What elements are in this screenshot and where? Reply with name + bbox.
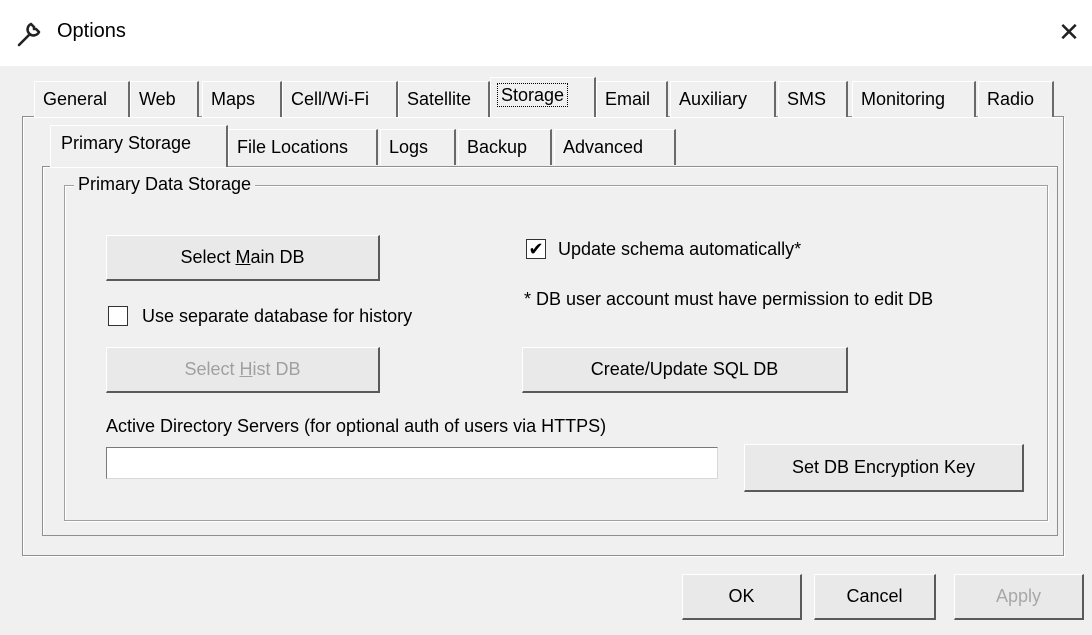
button-label-part: Select — [184, 359, 240, 379]
select-hist-db-button[interactable]: Select Hist DB — [106, 347, 380, 393]
tab-radio[interactable]: Radio — [978, 81, 1054, 117]
mnemonic: H — [239, 359, 253, 379]
subtab-logs[interactable]: Logs — [380, 129, 456, 165]
button-label-part: Select — [180, 247, 236, 267]
button-label-part: ist DB — [252, 359, 301, 379]
ad-servers-label: Active Directory Servers (for optional a… — [106, 416, 607, 436]
tab-general[interactable]: General — [34, 81, 130, 117]
create-update-sql-db-button[interactable]: Create/Update SQL DB — [522, 347, 848, 393]
cancel-button[interactable]: Cancel — [814, 574, 936, 620]
ad-servers-input[interactable] — [106, 447, 718, 479]
select-main-db-button[interactable]: Select Main DB — [106, 235, 380, 281]
tab-auxiliary[interactable]: Auxiliary — [670, 81, 776, 117]
tab-satellite[interactable]: Satellite — [398, 81, 490, 117]
tab-maps[interactable]: Maps — [202, 81, 282, 117]
update-schema-checkbox[interactable]: ✔ — [526, 239, 546, 259]
apply-button[interactable]: Apply — [954, 574, 1084, 620]
title-bar — [0, 0, 1092, 66]
subtab-primary-storage[interactable]: Primary Storage — [50, 125, 228, 167]
tab-storage[interactable]: Storage — [490, 77, 596, 117]
subtab-file-locations[interactable]: File Locations — [228, 129, 378, 165]
tab-cell-wifi[interactable]: Cell/Wi-Fi — [282, 81, 398, 117]
tab-web[interactable]: Web — [130, 81, 199, 117]
window-title: Options — [57, 20, 126, 42]
tab-sms[interactable]: SMS — [778, 81, 848, 117]
tab-email[interactable]: Email — [596, 81, 668, 117]
permission-note: * DB user account must have permission t… — [524, 289, 934, 309]
set-db-encryption-key-button[interactable]: Set DB Encryption Key — [744, 444, 1024, 492]
button-label-part: ain DB — [250, 247, 305, 267]
wrench-icon — [14, 19, 44, 49]
mnemonic: M — [235, 247, 251, 267]
use-separate-history-checkbox[interactable] — [108, 306, 128, 326]
subtab-advanced[interactable]: Advanced — [554, 129, 676, 165]
update-schema-label: Update schema automatically* — [558, 239, 802, 259]
group-title: Primary Data Storage — [74, 174, 256, 195]
tab-monitoring[interactable]: Monitoring — [852, 81, 976, 117]
ok-button[interactable]: OK — [682, 574, 802, 620]
close-icon[interactable]: ✕ — [1052, 15, 1086, 49]
subtab-backup[interactable]: Backup — [458, 129, 552, 165]
use-separate-history-label: Use separate database for history — [142, 306, 413, 326]
